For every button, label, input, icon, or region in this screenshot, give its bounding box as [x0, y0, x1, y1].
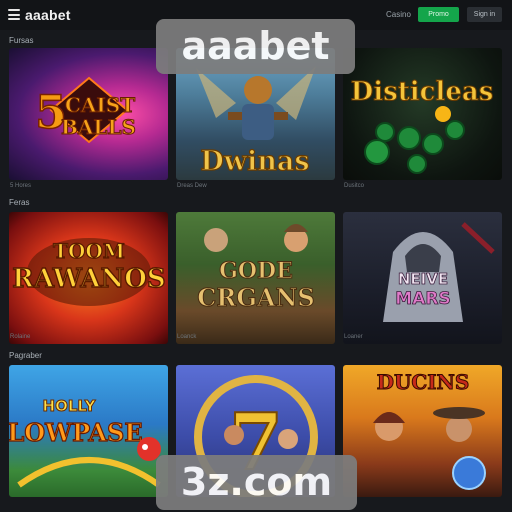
- watermark-top: aaabet: [156, 19, 355, 74]
- game-tile[interactable]: GODE CRGANS: [176, 212, 335, 344]
- game-tile[interactable]: DUCINS: [343, 365, 502, 497]
- game-tile[interactable]: 5 CAIST BALLS: [9, 48, 168, 180]
- svg-text:CRGANS: CRGANS: [197, 283, 314, 312]
- svg-text:Disticleas: Disticleas: [351, 77, 494, 107]
- game-tile[interactable]: Disticleas: [343, 48, 502, 180]
- section-title: Fursas: [9, 36, 34, 45]
- watermark-bottom: 3z.com: [156, 455, 357, 510]
- svg-text:TOOM: TOOM: [53, 239, 125, 263]
- svg-text:BALLS: BALLS: [61, 115, 136, 139]
- cowboys-art-icon: DUCINS: [373, 370, 486, 490]
- svg-text:DUCINS: DUCINS: [377, 370, 470, 394]
- svg-text:RAWANOS: RAWANOS: [12, 264, 165, 294]
- hamburger-menu-icon[interactable]: [8, 9, 20, 20]
- svg-text:Dwinas: Dwinas: [200, 146, 309, 177]
- casino-balls-art-icon: 5 CAIST BALLS: [34, 76, 137, 144]
- promo-button[interactable]: Promo: [418, 7, 459, 22]
- game-caption: Rolaine: [10, 334, 31, 340]
- game-caption: Dreas Dew: [177, 183, 207, 189]
- gnomes-art-icon: GODE CRGANS: [197, 224, 315, 313]
- game-caption: Loanck: [177, 334, 197, 340]
- header-link-casino[interactable]: Casino: [386, 10, 411, 19]
- svg-text:HOLLY: HOLLY: [43, 397, 97, 415]
- lowpase-art-icon: HOLLY LOWPASE: [9, 397, 161, 488]
- game-caption: Loaner: [344, 334, 363, 340]
- hooded-figure-art-icon: NEIVE MARS: [383, 222, 495, 322]
- game-caption: Dusitco: [344, 183, 365, 189]
- game-caption: 5 Hores: [10, 183, 32, 189]
- section-title: Pagraber: [9, 351, 42, 360]
- svg-text:LOWPASE: LOWPASE: [9, 418, 143, 447]
- sign-in-button[interactable]: Sign in: [467, 7, 502, 22]
- site-logo[interactable]: aaabet: [25, 7, 71, 23]
- svg-text:NEIVE: NEIVE: [398, 270, 448, 288]
- game-tile[interactable]: NEIVE MARS: [343, 212, 502, 344]
- rawanos-art-icon: TOOM RAWANOS: [12, 238, 166, 306]
- game-tile[interactable]: HOLLY LOWPASE: [9, 365, 168, 497]
- section-title: Feras: [9, 198, 30, 207]
- coins-art-icon: Disticleas: [350, 77, 494, 174]
- svg-text:MARS: MARS: [395, 289, 450, 309]
- svg-text:GODE: GODE: [219, 258, 293, 284]
- svg-text:CAIST: CAIST: [65, 93, 135, 117]
- game-tile[interactable]: TOOM RAWANOS: [9, 212, 168, 344]
